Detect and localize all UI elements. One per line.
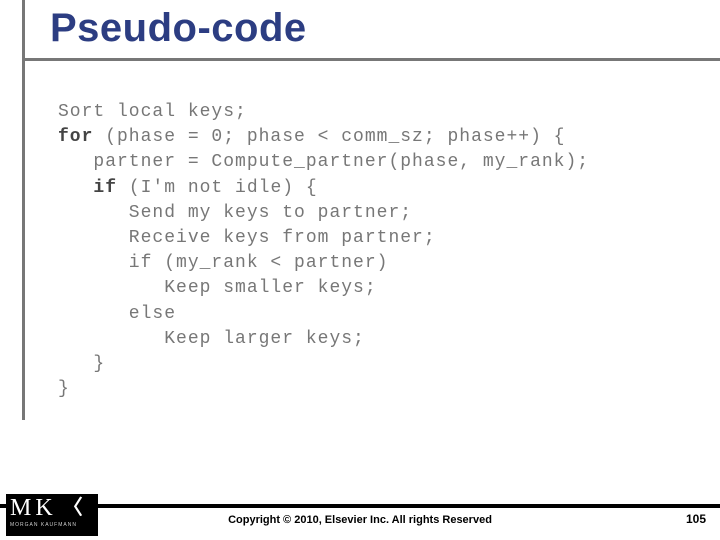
footer-divider	[0, 504, 720, 508]
page-number: 105	[686, 512, 706, 526]
code-line: (I'm not idle) {	[117, 178, 318, 198]
vertical-rule	[22, 0, 25, 420]
code-line: if (my_rank < partner)	[58, 253, 388, 273]
code-line: Sort local keys;	[58, 102, 247, 122]
code-line: (phase = 0; phase < comm_sz; phase++) {	[93, 127, 565, 147]
keyword-if: if	[93, 178, 117, 198]
code-line: Keep larger keys;	[58, 329, 365, 349]
code-line: else	[58, 304, 176, 324]
code-line: Receive keys from partner;	[58, 228, 436, 248]
copyright-text: Copyright © 2010, Elsevier Inc. All righ…	[0, 514, 720, 526]
code-line: }	[58, 379, 70, 399]
slide: Pseudo-code Sort local keys; for (phase …	[0, 0, 720, 540]
code-line: Keep smaller keys;	[58, 278, 377, 298]
slide-title: Pseudo-code	[50, 6, 307, 51]
keyword-for: for	[58, 127, 93, 147]
code-line: }	[58, 354, 105, 374]
code-line: partner = Compute_partner(phase, my_rank…	[58, 152, 589, 172]
code-indent	[58, 178, 93, 198]
code-line: Send my keys to partner;	[58, 203, 412, 223]
horizontal-rule	[22, 58, 720, 61]
pseudocode-block: Sort local keys; for (phase = 0; phase <…	[58, 100, 678, 402]
